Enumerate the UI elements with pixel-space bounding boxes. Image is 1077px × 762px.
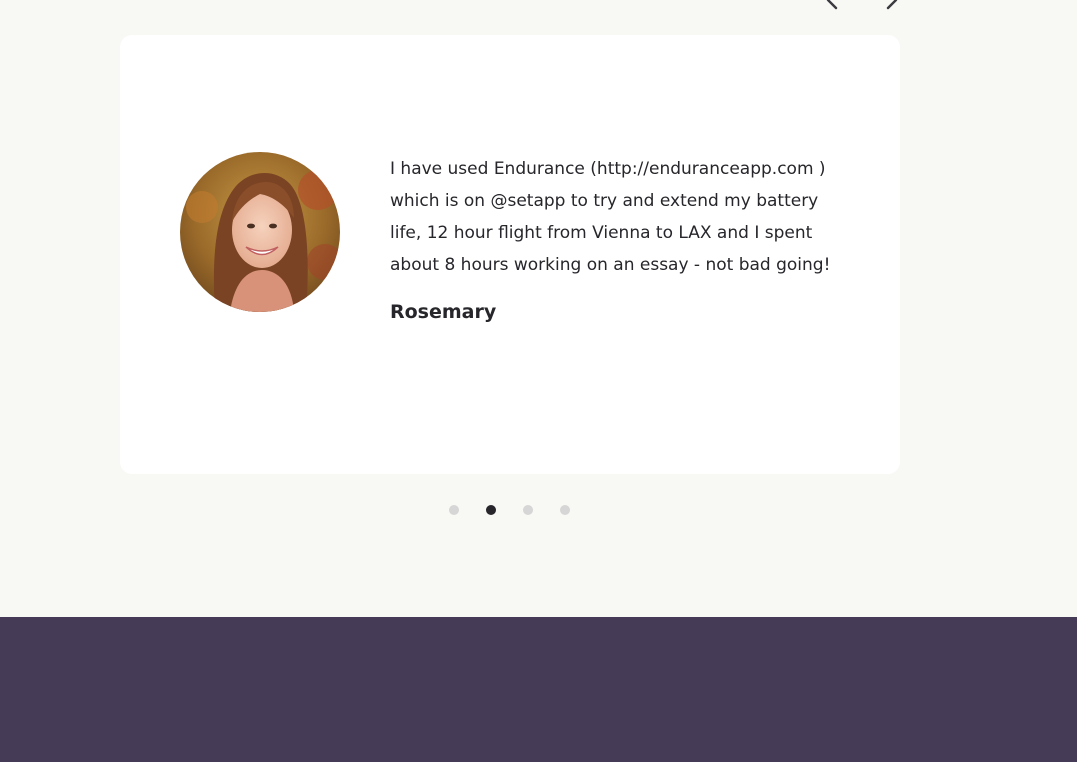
avatar bbox=[180, 152, 340, 312]
testimonial-author: Rosemary bbox=[390, 301, 497, 323]
testimonial-card: I have used Endurance (http://endurancea… bbox=[120, 35, 900, 474]
carousel-prev-button[interactable] bbox=[820, 0, 844, 12]
carousel-dot-4[interactable] bbox=[560, 505, 570, 515]
carousel-dot-2[interactable] bbox=[486, 505, 496, 515]
testimonial-quote: I have used Endurance (http://endurancea… bbox=[390, 159, 831, 275]
cta-section bbox=[0, 617, 1077, 762]
carousel-dot-3[interactable] bbox=[523, 505, 533, 515]
chevron-right-icon bbox=[880, 0, 904, 12]
chevron-left-icon bbox=[820, 0, 844, 12]
carousel-next-button[interactable] bbox=[880, 0, 904, 12]
carousel-dot-1[interactable] bbox=[449, 505, 459, 515]
carousel-pagination bbox=[449, 505, 570, 515]
